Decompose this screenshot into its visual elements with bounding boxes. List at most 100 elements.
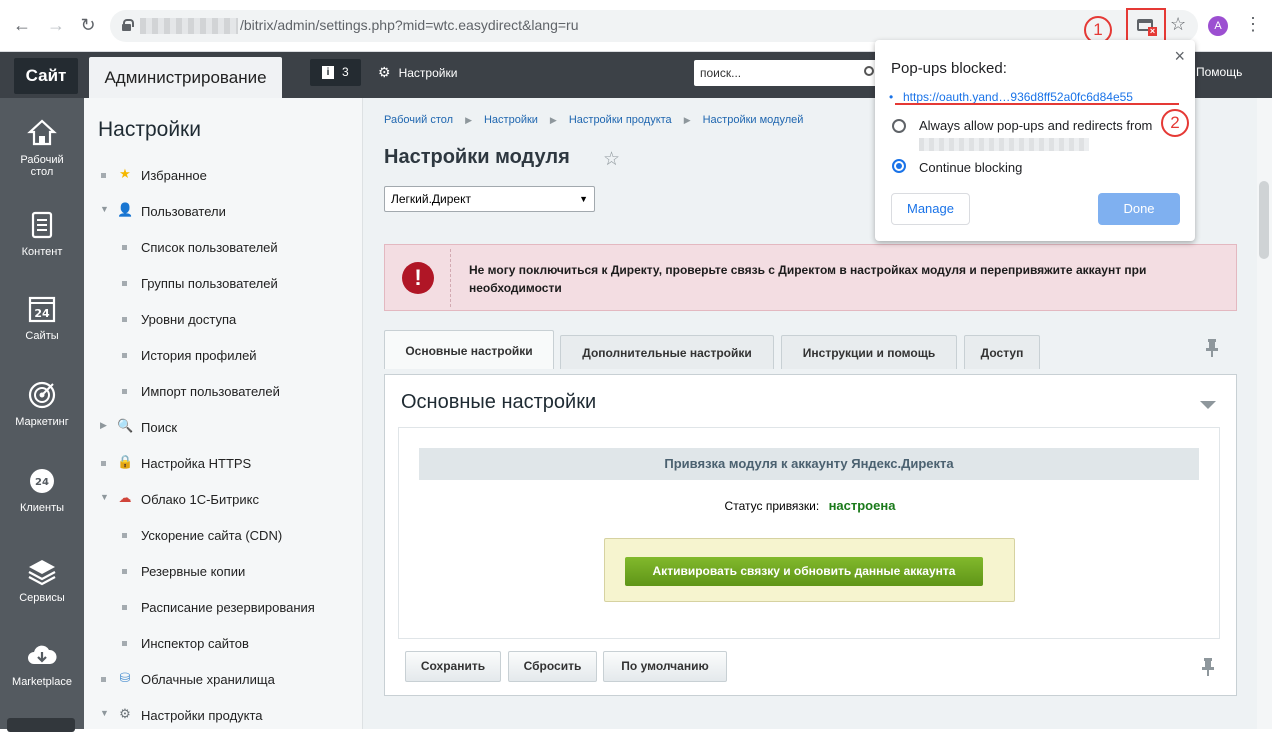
tab-access[interactable]: Доступ [964,335,1040,369]
chevron-right-icon[interactable]: ▶ [100,420,107,431]
bookmark-star-icon[interactable]: ☆ [1170,14,1186,34]
menu-item-label: Резервные копии [141,564,246,579]
document-icon [31,211,53,239]
activate-button[interactable]: Активировать связку и обновить данные ак… [625,557,983,586]
iconbar-bottom-item[interactable] [7,718,75,732]
star-icon: ★ [119,166,131,181]
settings-link[interactable]: ⚙ Настройки [378,64,457,81]
storage-icon: ⛁ [119,670,131,685]
save-button[interactable]: Сохранить [405,651,501,682]
menu-item-label: Настройки продукта [141,708,263,723]
close-icon[interactable]: × [1174,46,1185,67]
menu-item-label: История профилей [141,348,257,363]
favorite-star-icon[interactable]: ☆ [603,148,620,171]
continue-blocking-label[interactable]: Continue blocking [919,160,1022,175]
menu-item-label: Избранное [141,168,207,183]
address-bar[interactable]: /bitrix/admin/settings.php?mid=wtc.easyd… [110,10,1198,42]
bullet-icon [122,533,127,538]
status-value: настроена [828,498,896,513]
svg-text:24: 24 [34,307,50,320]
tab-additional-settings[interactable]: Дополнительные настройки [560,335,774,369]
blurred-domain [919,138,1089,151]
breadcrumb-item[interactable]: Настройки продукта [569,114,672,126]
menu-item-label: Инспектор сайтов [141,636,249,651]
breadcrumb-item[interactable]: Настройки [484,114,538,126]
module-select-value: Легкий.Директ [391,192,471,206]
manage-button[interactable]: Manage [891,193,970,225]
popup-blocked-button[interactable] [1126,8,1166,42]
help-link[interactable]: Помощь [1196,65,1242,79]
menu-item-label: Уровни доступа [141,312,237,327]
page-scrollbar[interactable] [1257,98,1272,729]
menu-item-label: Пользователи [141,204,226,219]
popup-blocked-bubble: × Pop-ups blocked: https://oauth.yand…93… [875,40,1195,241]
pin-icon[interactable] [1206,339,1218,357]
profile-avatar[interactable]: A [1208,16,1228,36]
site-button[interactable]: Сайт [14,58,78,94]
admin-tab[interactable]: Администрирование [89,57,282,98]
layers-icon [28,560,56,586]
iconbar-item-marketplace[interactable]: Marketplace [0,640,84,688]
defaults-button[interactable]: По умолчанию [603,651,727,682]
module-select[interactable]: Легкий.Директ ▼ [384,186,595,212]
bullet-icon [122,281,127,286]
iconbar-label: Рабочий [20,154,64,166]
bullet-icon [122,245,127,250]
chevron-down-icon[interactable]: ▼ [100,492,109,502]
iconbar-item-marketing[interactable]: Маркетинг [0,380,84,428]
done-button[interactable]: Done [1098,193,1180,225]
iconbar-label: стол [30,166,54,178]
breadcrumb-item[interactable]: Настройки модулей [703,114,804,126]
tab-instructions[interactable]: Инструкции и помощь [781,335,957,369]
annotation-underline [895,103,1179,105]
lock-icon[interactable] [122,19,134,31]
browser-menu-icon[interactable]: ⋮ [1244,14,1262,34]
status-line: Статус привязки: настроена [399,498,1221,513]
menu-item-label: Облачные хранилища [141,672,275,687]
section-title: Основные настройки [401,391,597,413]
radio-continue-blocking[interactable] [892,159,906,173]
back-icon[interactable]: ← [10,13,34,37]
settings-link-label: Настройки [398,66,458,80]
menu-item-label: Список пользователей [141,240,278,255]
popup-blocked-icon [1137,19,1157,36]
iconbar-item-clients[interactable]: 24 Клиенты [0,466,84,514]
bullet-icon [101,173,106,178]
blocked-popup-link[interactable]: https://oauth.yand…936d8ff52a0fc6d84e55 [889,90,1133,104]
reset-button[interactable]: Сбросить [508,651,597,682]
search-input[interactable]: поиск... [694,60,880,86]
iconbar-item-sites[interactable]: 24 Сайты [0,294,84,342]
bullet-icon [101,461,106,466]
collapse-icon[interactable] [1200,401,1216,409]
iconbar-label: Контент [21,246,63,258]
iconbar-item-desktop[interactable]: Рабочий стол [0,118,84,178]
tab-main-settings[interactable]: Основные настройки [384,330,554,369]
scroll-thumb[interactable] [1259,181,1269,259]
pin-icon[interactable] [1202,658,1214,676]
reload-icon[interactable]: ↻ [76,13,100,37]
search-icon[interactable] [864,66,874,76]
binding-section: Привязка модуля к аккаунту Яндекс.Директ… [398,427,1220,639]
url-text[interactable]: /bitrix/admin/settings.php?mid=wtc.easyd… [240,17,579,33]
chevron-right-icon: ▶ [683,115,691,125]
iconbar-item-content[interactable]: Контент [0,210,84,258]
notifications-button[interactable]: i 3 [310,59,361,86]
annotation-marker-2: 2 [1161,109,1189,137]
radio-always-allow[interactable] [892,119,906,133]
page-title: Настройки модуля [384,146,570,168]
info-icon: i [322,66,334,79]
breadcrumb: Рабочий стол ▶ Настройки ▶ Настройки продукт… [384,114,803,126]
iconbar-label: Клиенты [19,502,65,514]
chevron-down-icon[interactable]: ▼ [100,708,109,718]
forward-icon[interactable]: → [44,13,68,37]
chevron-down-icon[interactable]: ▼ [100,204,109,214]
clock-24-icon: 24 [30,469,54,493]
settings-menu: Настройки ★ Избранное ▼ 👤 Пользователи Список… [84,98,363,729]
menu-item-label: Ускорение сайта (CDN) [141,528,283,543]
tab-panel: Основные настройки Привязка модуля к акк… [384,374,1237,696]
iconbar-item-services[interactable]: Сервисы [0,556,84,604]
always-allow-label[interactable]: Always allow pop-ups and redirects from [919,118,1152,133]
menu-item-label: Расписание резервирования [141,600,315,615]
bubble-title: Pop-ups blocked: [891,60,1007,77]
breadcrumb-item[interactable]: Рабочий стол [384,114,453,126]
